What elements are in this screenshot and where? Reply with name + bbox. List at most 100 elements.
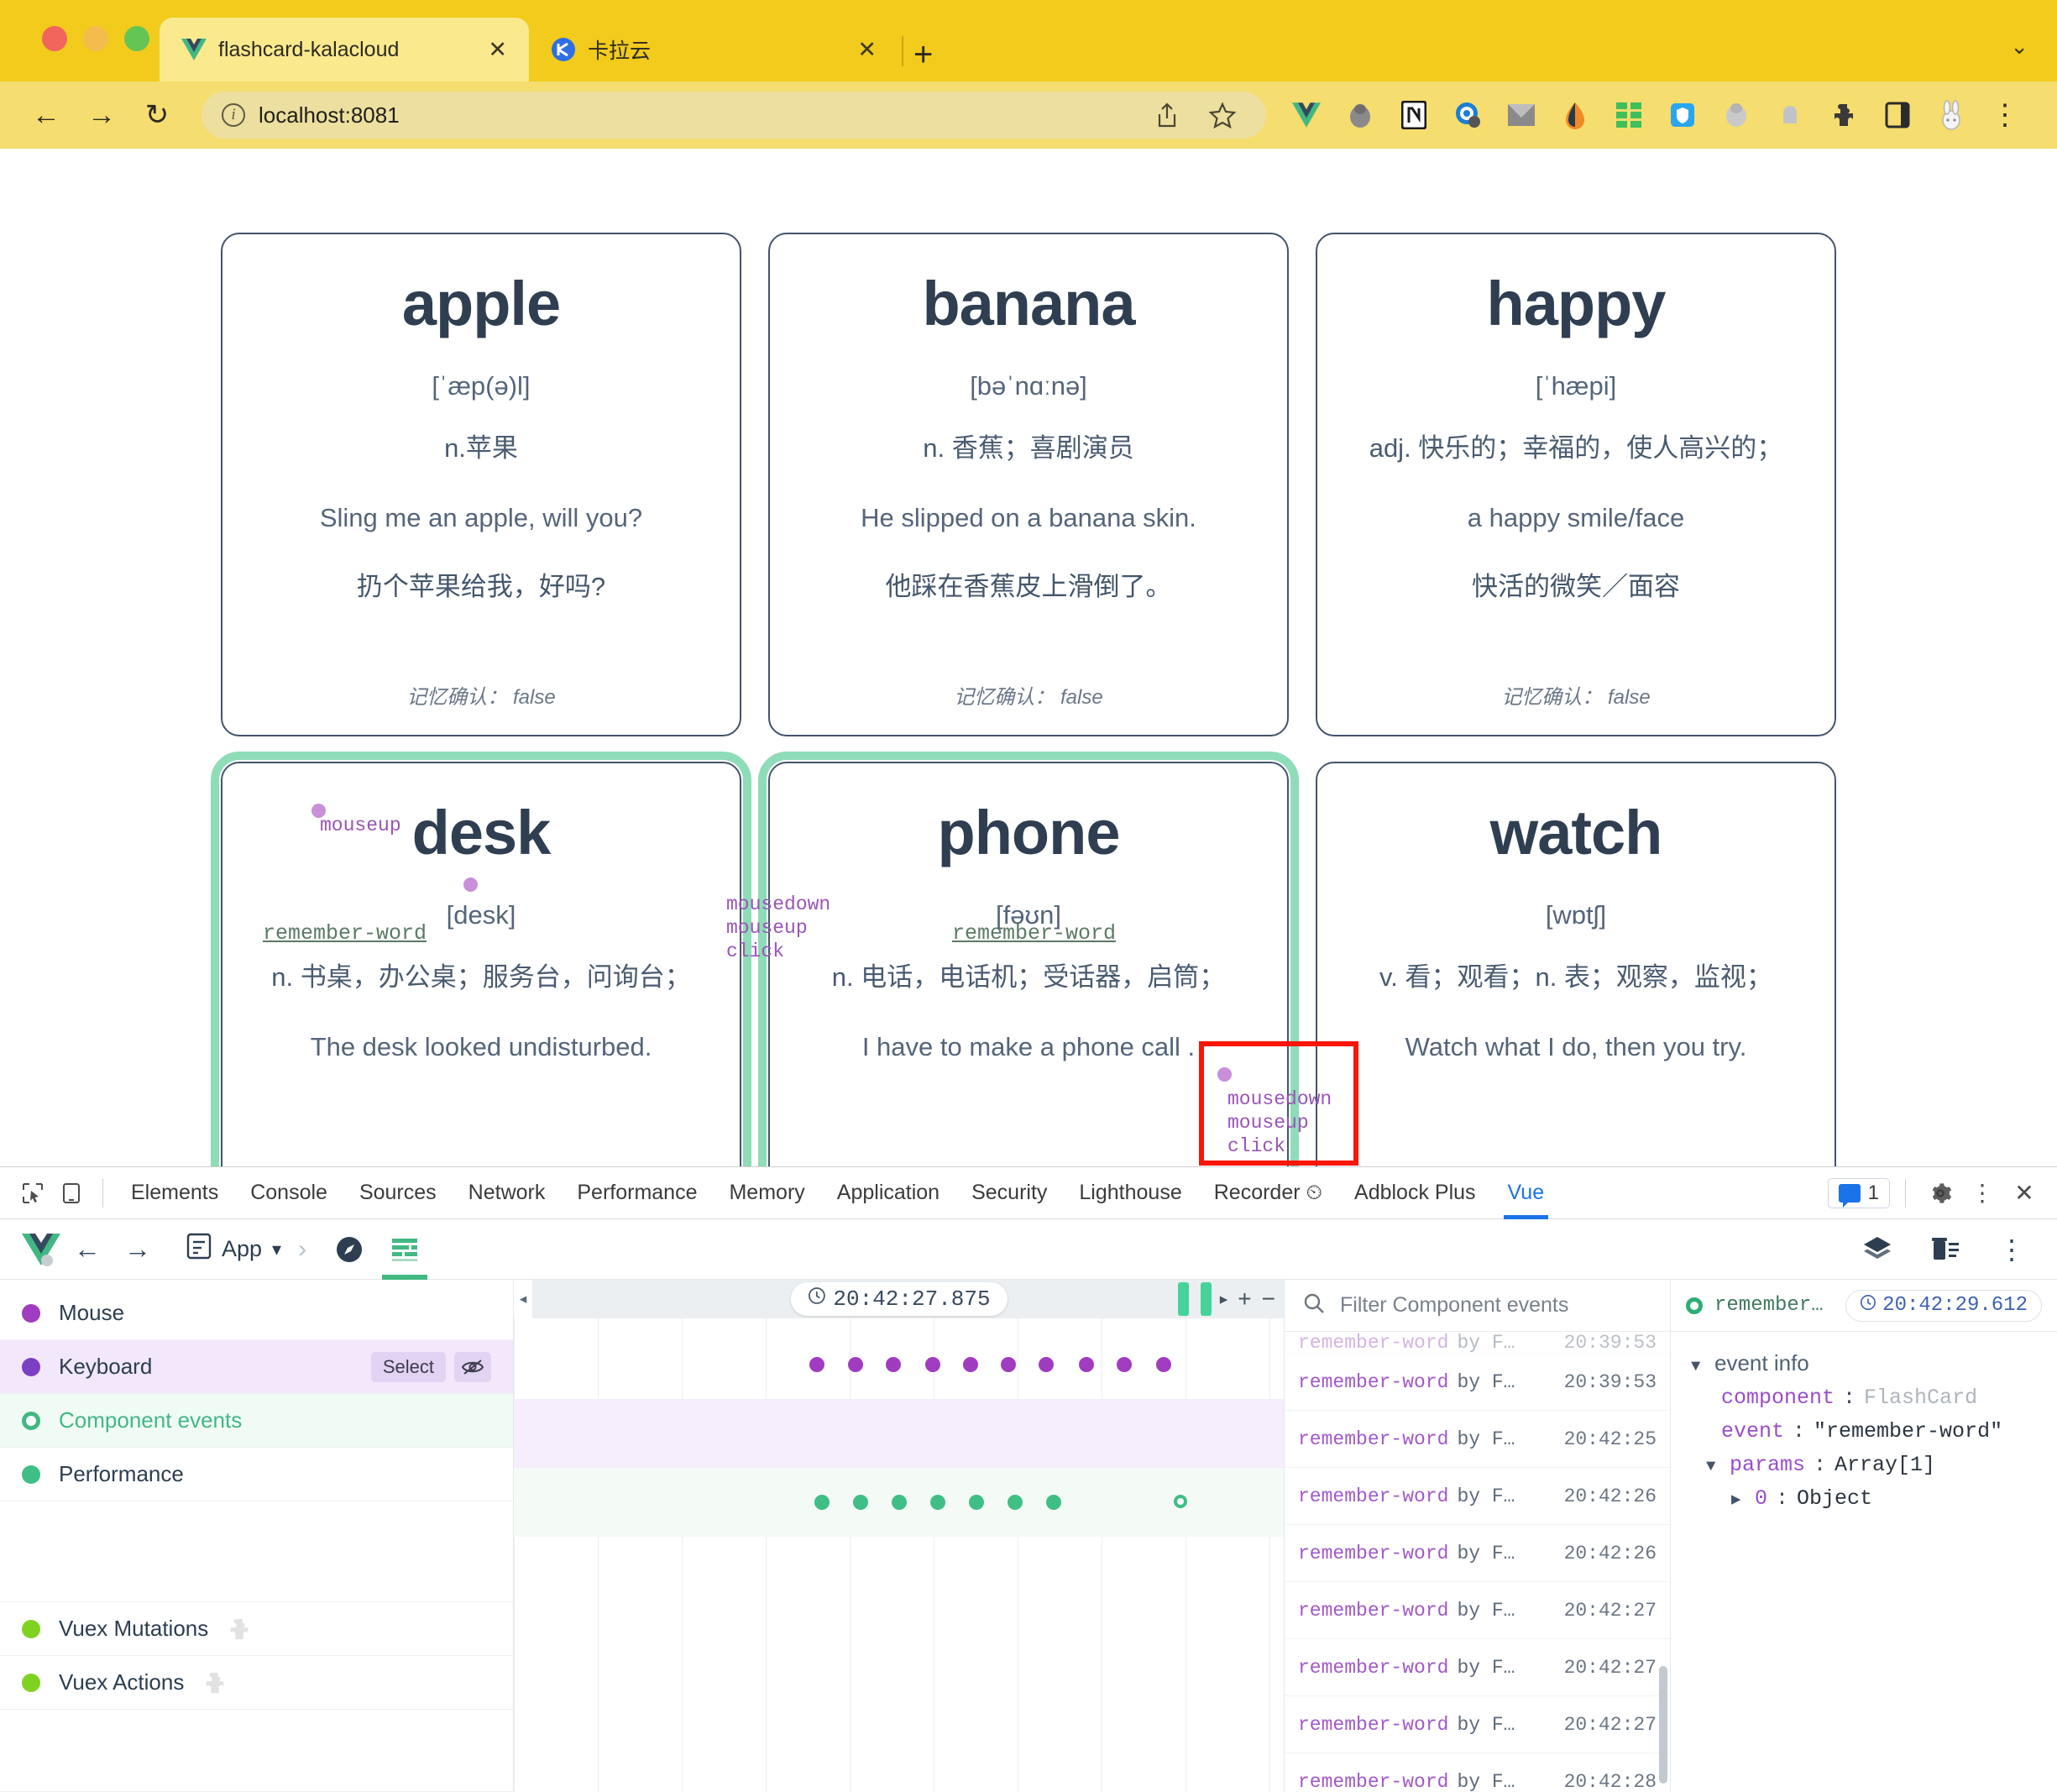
puzzle-ext-icon[interactable] <box>1820 92 1867 139</box>
reload-button[interactable]: ↻ <box>129 87 185 143</box>
compass-icon[interactable] <box>323 1225 375 1274</box>
close-window-button[interactable] <box>42 26 67 51</box>
event-filter-input[interactable] <box>1338 1292 1651 1318</box>
timeline-scroll-left-button[interactable]: ◂ <box>514 1280 532 1318</box>
devtools-tab-performance[interactable]: Performance <box>561 1167 713 1219</box>
event-row[interactable]: remember-word by F… 20:42:26 <box>1285 1468 1670 1525</box>
caret-down-icon[interactable]: ▼ <box>1706 1457 1721 1475</box>
close-icon[interactable]: ✕ <box>851 38 883 61</box>
timeline-event[interactable] <box>809 1357 824 1372</box>
inspect-element-icon[interactable] <box>13 1175 52 1212</box>
browser-menu-button[interactable]: ⋮ <box>1981 92 2028 139</box>
recorder-item-vuex-mutations[interactable]: Vuex Mutations <box>0 1602 513 1656</box>
devtools-tab-application[interactable]: Application <box>821 1167 955 1219</box>
recorder-item-mouse[interactable]: Mouse <box>0 1286 513 1340</box>
caret-right-icon[interactable]: ▶ <box>1731 1490 1746 1509</box>
timeline-event[interactable] <box>1117 1357 1132 1372</box>
devtools-tab-lighthouse[interactable]: Lighthouse <box>1063 1167 1197 1219</box>
maximize-window-button[interactable] <box>124 26 149 51</box>
timeline-event[interactable] <box>892 1495 907 1510</box>
notion-ext-icon[interactable] <box>1390 92 1437 139</box>
devtools-tab-sources[interactable]: Sources <box>343 1167 453 1219</box>
event-row[interactable]: remember-word by F… 20:42:27 <box>1285 1696 1670 1753</box>
timeline-event[interactable] <box>853 1495 868 1510</box>
devtools-more-button[interactable]: ⋮ <box>1963 1175 2002 1212</box>
info-icon[interactable]: i <box>222 103 245 127</box>
close-icon[interactable]: ✕ <box>2005 1175 2044 1212</box>
layers-icon[interactable] <box>1854 1226 1901 1273</box>
timeline-zoom-out-button[interactable]: − <box>1262 1286 1275 1313</box>
flashcard-desk[interactable]: desk [desk] n. 书桌，办公桌；服务台，问询台； The desk … <box>211 752 751 1166</box>
grid-ext-icon[interactable] <box>1605 92 1652 139</box>
timeline-grid[interactable] <box>514 1318 1284 1792</box>
devtools-tab-console[interactable]: Console <box>234 1167 343 1219</box>
devtools-tab-security[interactable]: Security <box>955 1167 1063 1219</box>
recorder-item-performance[interactable]: Performance <box>0 1448 513 1501</box>
timeline-event[interactable] <box>1156 1357 1171 1372</box>
timeline-event[interactable] <box>1046 1495 1061 1510</box>
timeline-event[interactable] <box>925 1357 940 1372</box>
timeline-event[interactable] <box>1008 1495 1023 1510</box>
flashcard-phone[interactable]: phone [fəʊn] n. 电话，电话机；受话器，启筒； I have to… <box>758 752 1299 1166</box>
timeline-event[interactable] <box>814 1495 830 1510</box>
close-icon[interactable]: ✕ <box>481 38 514 61</box>
devtools-tab-elements[interactable]: Elements <box>115 1167 234 1219</box>
timeline-event[interactable] <box>1039 1357 1054 1372</box>
minimize-window-button[interactable] <box>83 26 108 51</box>
recorder-item-vuex-actions[interactable]: Vuex Actions <box>0 1656 513 1710</box>
devtools-tab-vue[interactable]: Vue <box>1492 1167 1561 1219</box>
clear-timeline-icon[interactable] <box>1921 1226 1968 1273</box>
inspector-field-params[interactable]: ▼ params : Array[1] <box>1691 1453 2037 1477</box>
devtools-tab-recorder[interactable]: Recorder ⏲ <box>1198 1167 1338 1219</box>
forward-button[interactable]: → <box>74 87 129 143</box>
event-row[interactable]: remember-word by F… 20:42:25 <box>1285 1411 1670 1468</box>
privacy-badger-ext-icon[interactable] <box>1444 92 1491 139</box>
address-bar[interactable]: i localhost:8081 <box>202 92 1266 139</box>
browser-tab-kalacloud[interactable]: 卡拉云 ✕ <box>529 18 898 81</box>
timeline-event[interactable] <box>848 1357 863 1372</box>
event-row[interactable]: remember-word by F… 20:42:27 <box>1285 1639 1670 1696</box>
timeline-event-selected[interactable] <box>1174 1495 1187 1508</box>
recorder-item-component-events[interactable]: Component events <box>0 1394 513 1448</box>
vue-devtools-ext-icon[interactable] <box>1283 92 1330 139</box>
event-row[interactable]: remember-word by F… 20:39:53 <box>1285 1332 1670 1354</box>
cloud-ext-icon[interactable] <box>1767 92 1814 139</box>
timeline-icon[interactable] <box>379 1225 431 1280</box>
vue-back-button[interactable]: ← <box>64 1226 111 1273</box>
ghost-ext-icon[interactable] <box>1713 92 1760 139</box>
issues-badge[interactable]: 1 <box>1827 1177 1890 1208</box>
gear-icon[interactable] <box>1921 1175 1960 1212</box>
mail-ext-icon[interactable] <box>1498 92 1545 139</box>
flashcard-banana[interactable]: banana [bəˈnɑːnə] n. 香蕉；喜剧演员 He slipped … <box>768 233 1289 736</box>
event-list-scrollbar[interactable] <box>1659 1666 1667 1784</box>
eye-off-icon[interactable] <box>454 1351 491 1382</box>
devtools-tab-memory[interactable]: Memory <box>713 1167 820 1219</box>
timeline-zoom-in-button[interactable]: + <box>1238 1286 1251 1313</box>
chevron-down-icon[interactable]: ▾ <box>272 1239 281 1260</box>
inspector-field-param-0[interactable]: ▶ 0 : Object <box>1691 1486 2037 1511</box>
timeline-event[interactable] <box>886 1357 901 1372</box>
evernote-ext-icon[interactable] <box>1552 92 1599 139</box>
timeline-scroll-right-button[interactable]: ▸ <box>1220 1290 1228 1309</box>
tampermonkey-ext-icon[interactable] <box>1337 92 1384 139</box>
devtools-tab-adblock-plus[interactable]: Adblock Plus <box>1338 1167 1492 1219</box>
vue-more-button[interactable]: ⋮ <box>1988 1226 2035 1273</box>
share-icon[interactable] <box>1144 92 1191 139</box>
timeline-event[interactable] <box>930 1495 945 1510</box>
event-row[interactable]: remember-word by F… 20:42:28 <box>1285 1753 1670 1792</box>
sidepanel-ext-icon[interactable] <box>1874 92 1921 139</box>
caret-down-icon[interactable]: ▼ <box>1691 1357 1706 1375</box>
recorder-select-button[interactable]: Select <box>370 1351 446 1382</box>
recorder-item-keyboard[interactable]: Keyboard Select <box>0 1340 513 1394</box>
rabbit-ext-icon[interactable] <box>1928 92 1975 139</box>
timeline-event[interactable] <box>963 1357 978 1372</box>
inspector-group-header[interactable]: ▼ event info <box>1691 1350 2037 1376</box>
vue-component-selector[interactable]: App ▾ <box>186 1233 281 1265</box>
timeline-event[interactable] <box>1001 1357 1016 1372</box>
timeline-event[interactable] <box>1079 1357 1094 1372</box>
event-row[interactable]: remember-word by F… 20:42:27 <box>1285 1582 1670 1639</box>
timeline-event[interactable] <box>969 1495 984 1510</box>
timeline-range-handle-right[interactable] <box>1201 1282 1212 1316</box>
flashcard-happy[interactable]: happy [ˈhæpi] adj. 快乐的；幸福的，使人高兴的； a happ… <box>1316 233 1836 736</box>
chevron-down-icon[interactable]: ⌄ <box>2010 34 2028 60</box>
